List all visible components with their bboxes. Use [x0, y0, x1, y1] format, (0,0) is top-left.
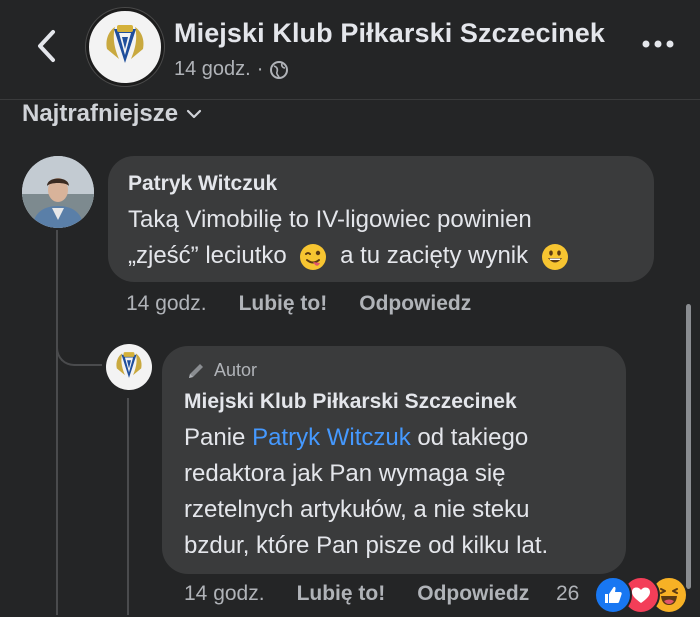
reply-author[interactable]: Miejski Klub Piłkarski Szczecinek — [184, 390, 517, 414]
user-photo — [22, 156, 94, 228]
like-reaction-icon — [594, 576, 632, 614]
reply-text-line-3: rzetelnych artykułów, a nie steku — [184, 496, 530, 523]
comment-text-line-2: „zjeść” leciutko a tu zacięty wynik — [128, 238, 569, 274]
reply-text-before: Panie — [184, 424, 246, 451]
avatar[interactable] — [22, 156, 94, 228]
post-time[interactable]: 14 godz. — [174, 58, 251, 81]
reply-text-after: od takiego — [417, 424, 529, 451]
reply-button[interactable]: Odpowiedz — [359, 292, 471, 316]
reply-actions: 14 godz. Lubię to! Odpowiedz — [184, 582, 529, 606]
page-avatar[interactable] — [86, 8, 164, 86]
more-options-button[interactable] — [638, 32, 678, 56]
back-button[interactable] — [28, 26, 64, 66]
like-button[interactable]: Lubię to! — [239, 292, 328, 316]
comment-text-line-1: Taką Vimobilię to IV-ligowiec powinien — [128, 206, 532, 233]
post-header: Miejski Klub Piłkarski Szczecinek 14 god… — [0, 0, 700, 100]
meta-separator: · — [256, 58, 264, 80]
comment-text-part-b: a tu zacięty wynik — [340, 242, 529, 269]
chevron-down-icon — [186, 109, 202, 119]
grinning-face-emoji — [541, 243, 568, 270]
reply-avatar[interactable] — [106, 344, 152, 390]
comment-author[interactable]: Patryk Witczuk — [128, 172, 277, 196]
comment-sort-dropdown[interactable]: Najtrafniejsze — [22, 100, 202, 128]
mention-link[interactable]: Patryk Witczuk — [252, 424, 411, 451]
reply-like-button[interactable]: Lubię to! — [297, 582, 386, 606]
reply-text-line-2: redaktora jak Pan wymaga się — [184, 460, 506, 487]
page-name[interactable]: Miejski Klub Piłkarski Szczecinek — [174, 18, 605, 49]
winking-face-with-tongue-emoji — [300, 243, 327, 270]
reply-time[interactable]: 14 godz. — [184, 582, 265, 606]
author-badge-label: Autor — [214, 360, 258, 380]
post-meta: 14 godz. · — [174, 58, 289, 81]
comment-actions: 14 godz. Lubię to! Odpowiedz — [126, 292, 471, 316]
scrollbar[interactable] — [686, 304, 691, 589]
comment-bubble[interactable]: Patryk Witczuk Taką Vimobilię to IV-ligo… — [108, 156, 654, 282]
club-crest-icon — [106, 25, 144, 63]
sort-label: Najtrafniejsze — [22, 100, 179, 127]
thread-line — [56, 230, 58, 615]
author-badge: Autor — [186, 360, 257, 381]
globe-icon — [270, 60, 289, 79]
thread-connector — [56, 320, 102, 366]
reply-thread-line — [127, 398, 129, 615]
reply-text-line-1: Panie Patryk Witczuk od takiego — [184, 420, 528, 456]
club-crest-icon — [116, 352, 142, 378]
reaction-summary[interactable] — [594, 576, 688, 614]
reply-text-line-4: bzdur, które Pan pisze od kilku lat. — [184, 532, 549, 559]
pencil-icon — [189, 363, 203, 378]
comment-text-part-a: „zjeść” leciutko — [128, 242, 287, 269]
reaction-count[interactable]: 26 — [556, 582, 579, 606]
chevron-left-icon — [38, 30, 55, 62]
comment-time[interactable]: 14 godz. — [126, 292, 207, 316]
reply-reply-button[interactable]: Odpowiedz — [417, 582, 529, 606]
more-horizontal-icon — [642, 40, 674, 48]
